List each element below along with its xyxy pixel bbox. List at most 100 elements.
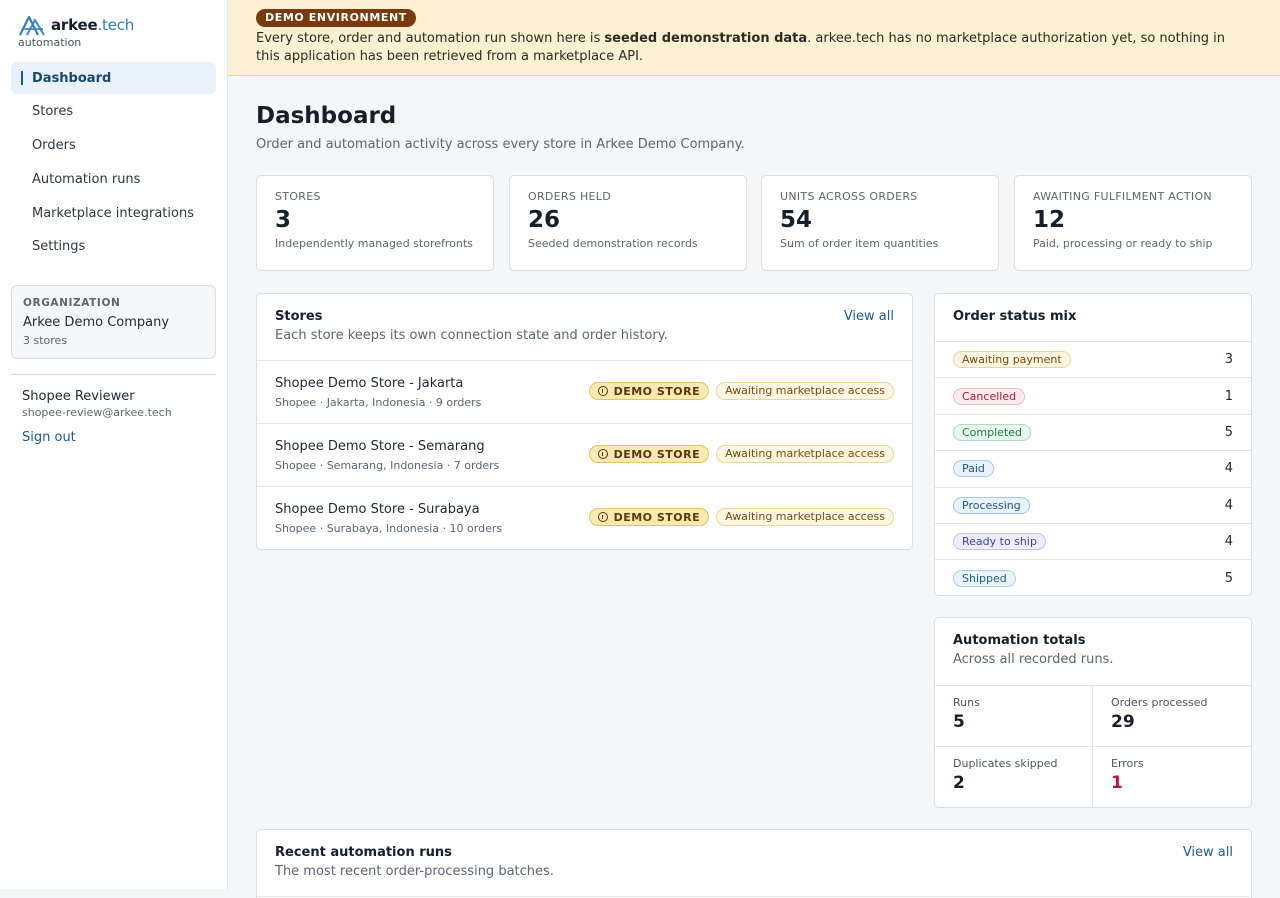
status-row: Processing 4: [935, 488, 1251, 524]
metric-value: 1: [1111, 773, 1123, 793]
stat-label: ORDERS HELD: [528, 190, 611, 203]
user-name: Shopee Reviewer: [22, 389, 135, 404]
status-row: Cancelled 1: [935, 378, 1251, 415]
info-icon: [597, 386, 608, 396]
sign-out-link[interactable]: Sign out: [22, 430, 76, 445]
stat-label: AWAITING FULFILMENT ACTION: [1033, 190, 1212, 203]
automation-totals-grid: Runs 5 Orders processed 29 Duplicates sk…: [935, 686, 1251, 808]
stat-card-awaiting-fulfilment: AWAITING FULFILMENT ACTION 12 Paid, proc…: [1014, 175, 1252, 271]
nav-item-marketplace-integrations[interactable]: Marketplace integrations: [11, 197, 216, 229]
stat-card-stores: STORES 3 Independently managed storefron…: [256, 175, 494, 271]
order-status-mix-panel: Order status mix Awaiting payment 3 Cancel…: [934, 293, 1252, 596]
organization-label: ORGANIZATION: [23, 297, 121, 309]
status-pill: Completed: [953, 423, 1031, 441]
stat-value: 12: [1033, 207, 1066, 233]
main-nav: Dashboard Stores Orders Automation runs …: [11, 62, 216, 265]
organization-card: ORGANIZATION Arkee Demo Company 3 stores: [11, 285, 216, 359]
store-row-jakarta[interactable]: Shopee Demo Store - Jakarta Shopee · Jak…: [257, 361, 912, 424]
organization-store-count: 3 stores: [23, 334, 68, 347]
awaiting-access-badge: Awaiting marketplace access: [716, 445, 894, 463]
order-status-mix-title: Order status mix: [953, 309, 1077, 324]
recent-runs-title: Recent automation runs: [275, 845, 452, 860]
demo-environment-badge: DEMO ENVIRONMENT: [256, 9, 416, 27]
nav-item-dashboard[interactable]: Dashboard: [11, 62, 216, 94]
stat-card-orders-held: ORDERS HELD 26 Seeded demonstration reco…: [509, 175, 747, 271]
stores-panel-title: Stores: [275, 309, 323, 324]
stat-card-units: UNITS ACROSS ORDERS 54 Sum of order item…: [761, 175, 999, 271]
page-subtitle: Order and automation activity across eve…: [256, 137, 745, 152]
status-count: 5: [1224, 571, 1233, 587]
order-status-mix-header: Order status mix: [935, 294, 1251, 342]
nav-item-stores[interactable]: Stores: [11, 96, 216, 128]
store-badges: DEMO STORE Awaiting marketplace access: [588, 382, 894, 400]
metric-label: Errors: [1111, 757, 1144, 770]
stat-value: 54: [780, 207, 813, 233]
sidebar-divider: [11, 374, 216, 375]
order-status-list: Awaiting payment 3 Cancelled 1 Completed 5 Pai…: [935, 342, 1251, 597]
store-row-surabaya[interactable]: Shopee Demo Store - Surabaya Shopee · Su…: [257, 487, 912, 550]
stores-panel-subtitle: Each store keeps its own connection stat…: [275, 328, 668, 343]
status-row: Shipped 5: [935, 560, 1251, 596]
demo-store-badge: DEMO STORE: [588, 445, 710, 463]
stat-note: Sum of order item quantities: [780, 237, 939, 250]
status-count: 4: [1224, 497, 1233, 513]
metric-value: 5: [953, 712, 965, 732]
page-title: Dashboard: [256, 103, 397, 129]
automation-totals-subtitle: Across all recorded runs.: [953, 652, 1114, 667]
store-row-semarang[interactable]: Shopee Demo Store - Semarang Shopee · Se…: [257, 424, 912, 487]
demo-banner-text: Every store, order and automation run sh…: [256, 31, 1226, 64]
metric-label: Duplicates skipped: [953, 757, 1058, 770]
recent-runs-subtitle: The most recent order-processing batches…: [275, 864, 554, 879]
stat-value: 26: [528, 207, 561, 233]
stores-panel: Stores Each store keeps its own connecti…: [256, 293, 913, 550]
stat-value: 3: [275, 207, 292, 233]
organization-name: Arkee Demo Company: [23, 315, 170, 330]
stat-label: STORES: [275, 190, 321, 203]
brand-name: arkee.tech: [51, 16, 135, 34]
status-count: 4: [1224, 461, 1233, 477]
nav-item-settings[interactable]: Settings: [11, 231, 216, 263]
status-pill: Awaiting payment: [953, 351, 1071, 369]
sidebar: arkee.tech automation Dashboard Stores O…: [0, 0, 228, 889]
status-count: 4: [1224, 534, 1233, 550]
demo-store-badge: DEMO STORE: [588, 382, 710, 400]
status-row: Paid 4: [935, 451, 1251, 488]
status-pill: Processing: [953, 496, 1030, 514]
metric-errors: Errors 1: [1093, 747, 1251, 808]
metric-label: Runs: [953, 696, 980, 709]
demo-banner: DEMO ENVIRONMENT Every store, order and …: [228, 0, 1280, 76]
stat-note: Paid, processing or ready to ship: [1033, 237, 1213, 250]
metric-runs: Runs 5: [935, 686, 1093, 747]
status-pill: Cancelled: [953, 387, 1026, 405]
automation-totals-panel: Automation totals Across all recorded ru…: [934, 617, 1252, 808]
status-pill: Shipped: [953, 570, 1016, 588]
demo-store-badge: DEMO STORE: [588, 508, 710, 526]
brand-subtitle: automation: [18, 36, 82, 49]
recent-runs-view-all-link[interactable]: View all: [1183, 845, 1233, 860]
stores-panel-header: Stores Each store keeps its own connecti…: [257, 294, 912, 361]
arkee-logo-icon: [19, 15, 45, 36]
status-row: Ready to ship 4: [935, 524, 1251, 561]
nav-item-automation-runs[interactable]: Automation runs: [11, 163, 216, 195]
metric-value: 29: [1111, 712, 1135, 732]
nav-item-orders[interactable]: Orders: [11, 130, 216, 162]
status-count: 5: [1224, 424, 1233, 440]
status-row: Awaiting payment 3: [935, 342, 1251, 379]
awaiting-access-badge: Awaiting marketplace access: [716, 508, 894, 526]
stores-view-all-link[interactable]: View all: [844, 309, 894, 324]
recent-runs-header: Recent automation runs The most recent o…: [257, 830, 1251, 897]
metric-label: Orders processed: [1111, 696, 1208, 709]
info-icon: [597, 449, 608, 459]
automation-totals-title: Automation totals: [953, 633, 1086, 648]
metric-orders-processed: Orders processed 29: [1093, 686, 1251, 747]
info-icon: [597, 512, 608, 522]
metric-duplicates-skipped: Duplicates skipped 2: [935, 747, 1093, 808]
stat-note: Independently managed storefronts: [275, 237, 473, 250]
status-count: 1: [1224, 388, 1233, 404]
brand[interactable]: arkee.tech automation: [18, 14, 134, 49]
stat-note: Seeded demonstration records: [528, 237, 698, 250]
recent-runs-panel: Recent automation runs The most recent o…: [256, 829, 1252, 898]
user-email: shopee-review@arkee.tech: [22, 406, 172, 419]
awaiting-access-badge: Awaiting marketplace access: [716, 382, 894, 400]
automation-totals-header: Automation totals Across all recorded ru…: [935, 618, 1251, 686]
